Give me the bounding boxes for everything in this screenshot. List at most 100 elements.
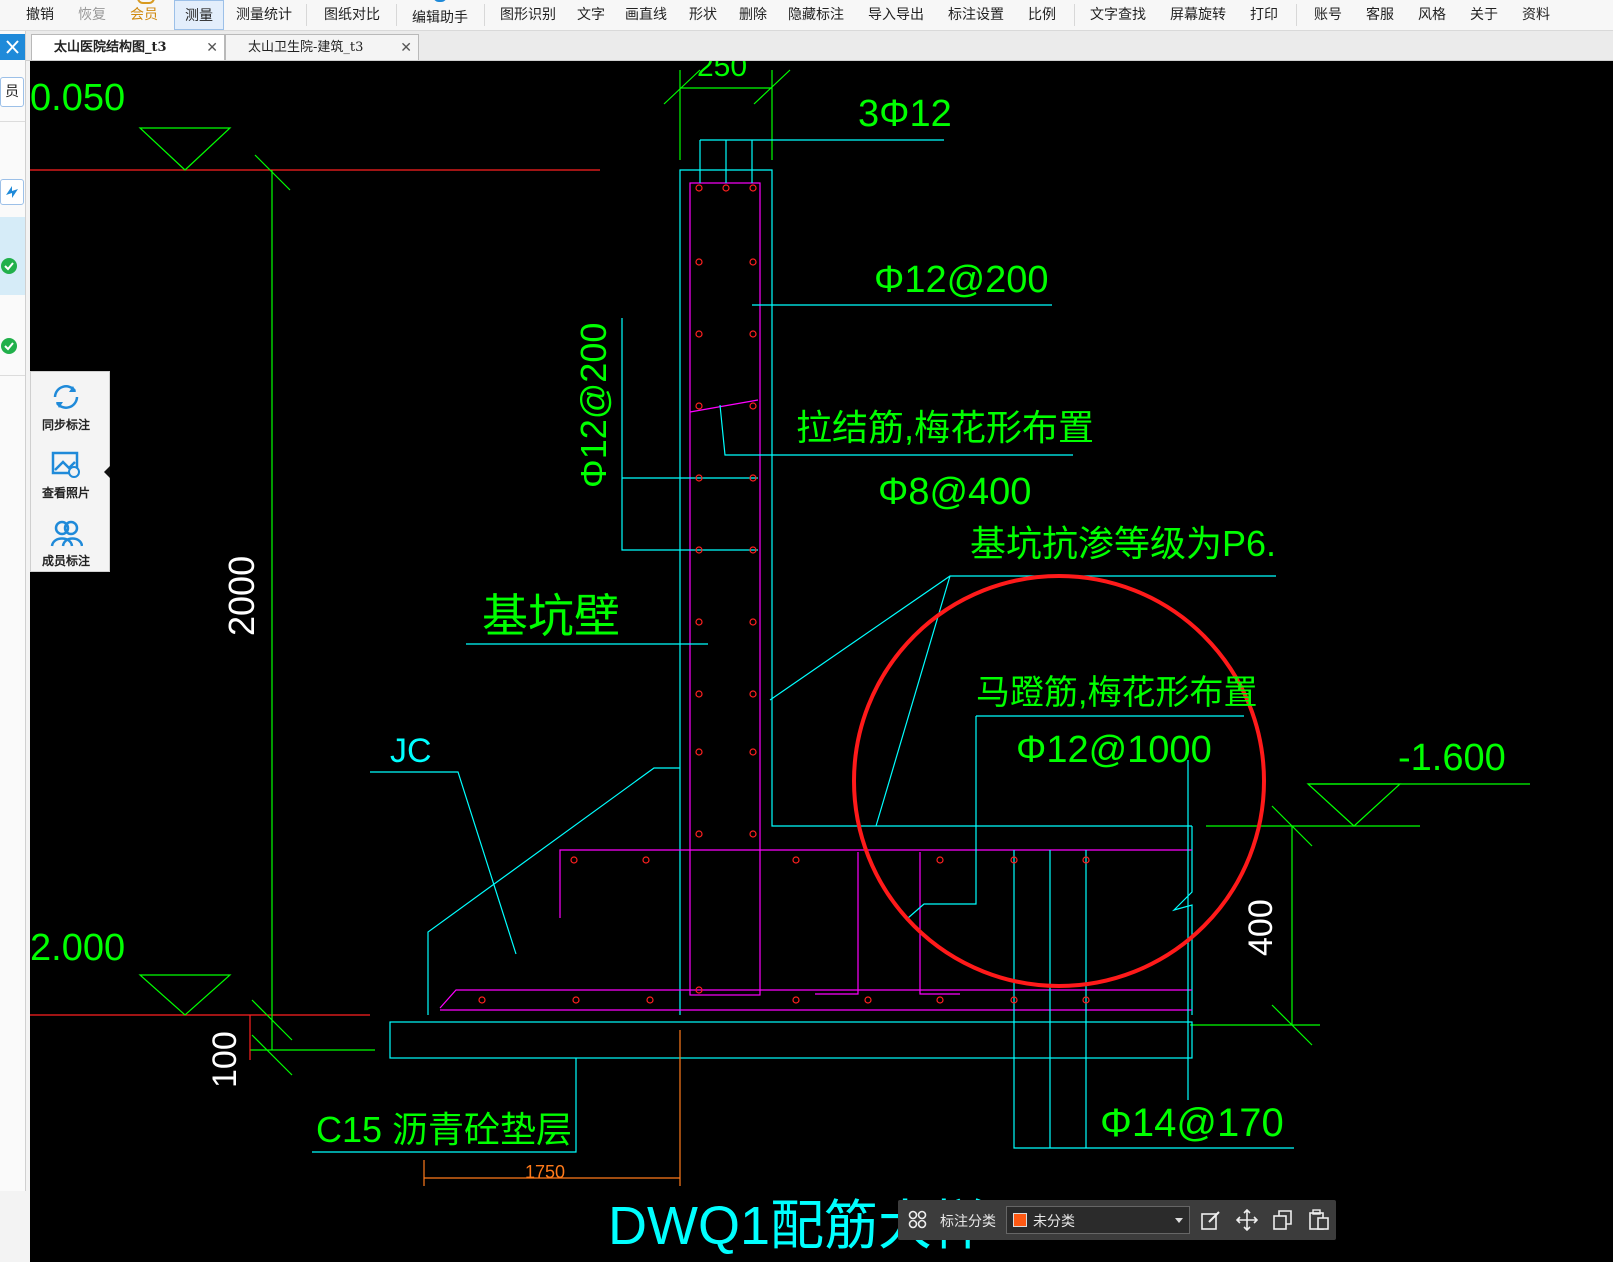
pit-wall-label: 基坑壁	[482, 590, 620, 642]
dim-2000-label: 2000	[221, 556, 262, 636]
member-annotations-button[interactable]: 成员标注	[31, 510, 101, 574]
dim-100-label: 100	[206, 1031, 244, 1088]
left-sidebar: 员	[0, 31, 26, 1191]
undo-button[interactable]: 撤销	[20, 0, 60, 30]
account-button[interactable]: 账号	[1308, 0, 1348, 30]
shape-button[interactable]: 形状	[686, 0, 720, 30]
elevation-left-label: 2.000	[30, 927, 125, 969]
tab-taishan-hospital-structure[interactable]: 太山医院结构图_t3 ✕	[31, 34, 225, 60]
toolbar-divider	[1296, 4, 1297, 26]
member-button[interactable]: 会员	[124, 0, 164, 30]
stirrup-rebar	[919, 852, 960, 995]
close-icon[interactable]: ✕	[400, 35, 412, 61]
sync-annotations-button[interactable]: 同步标注	[31, 374, 101, 438]
main-toolbar: 撤销 恢复 会员 测量 测量统计 图纸对比 编辑助手 图形识别 文字 画直线 形…	[0, 0, 1613, 31]
edit-icon[interactable]	[1200, 1209, 1222, 1231]
grid-icon[interactable]	[907, 1209, 929, 1231]
compare-drawings-button[interactable]: 图纸对比	[320, 0, 384, 30]
hide-annotations-button[interactable]: 隐藏标注	[784, 0, 848, 30]
redo-button[interactable]: 恢复	[72, 0, 112, 30]
category-color-swatch	[1013, 1213, 1027, 1227]
edit-assistant-icon	[433, 0, 447, 2]
member-tab-button[interactable]: 员	[0, 77, 24, 107]
cad-drawing: 0.050 2.000 -1.600 3Φ12 Φ12@200 拉结筋,梅花形布…	[30, 61, 1530, 1256]
dimension-tick	[663, 69, 701, 105]
text-button[interactable]: 文字	[574, 0, 608, 30]
scale-button[interactable]: 比例	[1022, 0, 1062, 30]
footing-top-rebar	[559, 849, 1192, 918]
sync-icon	[53, 385, 79, 409]
shape-recognition-button[interactable]: 图形识别	[496, 0, 560, 30]
tie-spec-label: Φ8@400	[878, 471, 1031, 513]
category-select[interactable]: 未分类	[1006, 1206, 1190, 1234]
text-search-button[interactable]: 文字查找	[1086, 0, 1150, 30]
view-photos-button[interactable]: 查看照片	[31, 442, 101, 506]
rebar-wall-left-label: Φ12@200	[573, 323, 614, 488]
annotation-tool-panel: 同步标注 查看照片 成员标注	[30, 371, 110, 572]
about-button[interactable]: 关于	[1464, 0, 1504, 30]
measure-button[interactable]: 测量	[174, 0, 224, 30]
tab-taishan-clinic-architecture[interactable]: 太山卫生院-建筑_t3 ✕	[225, 34, 419, 60]
sidebar-item[interactable]	[0, 321, 25, 371]
wall-rebar-cage	[689, 182, 761, 996]
document-tabbar: 太山医院结构图_t3 ✕ 太山卫生院-建筑_t3 ✕	[0, 31, 1613, 61]
view-photos-label: 查看照片	[41, 486, 90, 500]
tie-note-label: 拉结筋,梅花形布置	[796, 407, 1094, 448]
paste-icon[interactable]	[1308, 1209, 1330, 1231]
close-sidebar-button[interactable]	[0, 34, 25, 60]
leader-line	[370, 771, 517, 955]
tie-rebar	[689, 399, 759, 413]
sidebar-item-selected[interactable]	[0, 217, 25, 295]
screen-rotate-button[interactable]: 屏幕旋转	[1166, 0, 1230, 30]
sync-button[interactable]	[0, 179, 24, 205]
drawing-canvas[interactable]: 0.050 2.000 -1.600 3Φ12 Φ12@200 拉结筋,梅花形布…	[30, 61, 1613, 1262]
toolbar-divider	[1074, 4, 1075, 26]
collapse-arrow-icon[interactable]	[103, 466, 111, 478]
measure-stats-button[interactable]: 测量统计	[232, 0, 296, 30]
elevation-symbol	[138, 974, 232, 1016]
elevation-right-label: -1.600	[1398, 737, 1506, 779]
style-button[interactable]: 风格	[1412, 0, 1452, 30]
crown-icon	[137, 0, 155, 4]
category-label: 标注分类	[940, 1214, 996, 1230]
cushion-label: C15 沥青砼垫层	[316, 1109, 572, 1150]
stirrup-rebar	[815, 852, 859, 995]
sync-icon	[6, 186, 18, 198]
stirrup-spec-label: Φ12@1000	[1016, 729, 1212, 771]
leader-line	[907, 716, 977, 919]
dim-250-label: 250	[697, 61, 747, 83]
chevron-down-icon	[1175, 1218, 1183, 1223]
highlight-circle[interactable]	[852, 574, 1266, 988]
toolbar-divider	[484, 4, 485, 26]
delete-button[interactable]: 删除	[736, 0, 770, 30]
rebar-top-label: 3Φ12	[858, 93, 952, 135]
print-button[interactable]: 打印	[1244, 0, 1284, 30]
dim-400-label: 400	[1242, 899, 1280, 956]
close-icon[interactable]: ✕	[206, 35, 218, 61]
tab-label: 太山医院结构图_t3	[54, 40, 167, 55]
import-export-button[interactable]: 导入导出	[864, 0, 928, 30]
move-icon[interactable]	[1236, 1209, 1258, 1231]
jc-label: JC	[390, 732, 432, 770]
stirrup-note-label: 马蹬筋,梅花形布置	[976, 674, 1257, 712]
users-icon	[50, 520, 83, 547]
bottom-rebar-label: Φ14@170	[1100, 1101, 1284, 1145]
elevation-top-label: 0.050	[30, 77, 125, 119]
annotation-settings-button[interactable]: 标注设置	[944, 0, 1008, 30]
resources-button[interactable]: 资料	[1516, 0, 1556, 30]
tab-label: 太山卫生院-建筑_t3	[248, 40, 364, 55]
toolbar-divider	[396, 4, 397, 26]
toolbar-divider	[306, 4, 307, 26]
member-annotations-label: 成员标注	[41, 554, 90, 568]
rebar-wall-right-label: Φ12@200	[874, 259, 1049, 301]
draw-line-button[interactable]: 画直线	[622, 0, 670, 30]
footing-bottom-rebar	[439, 989, 1192, 1009]
copy-icon[interactable]	[1272, 1209, 1294, 1231]
sidebar-divider	[0, 121, 25, 122]
elevation-symbol	[138, 127, 232, 171]
footing-outline	[1171, 826, 1193, 1015]
customer-service-button[interactable]: 客服	[1360, 0, 1400, 30]
annotation-category-bar: 标注分类 未分类	[898, 1200, 1336, 1240]
cushion-layer	[389, 1021, 1193, 1059]
edit-assistant-button[interactable]: 编辑助手	[408, 0, 472, 33]
